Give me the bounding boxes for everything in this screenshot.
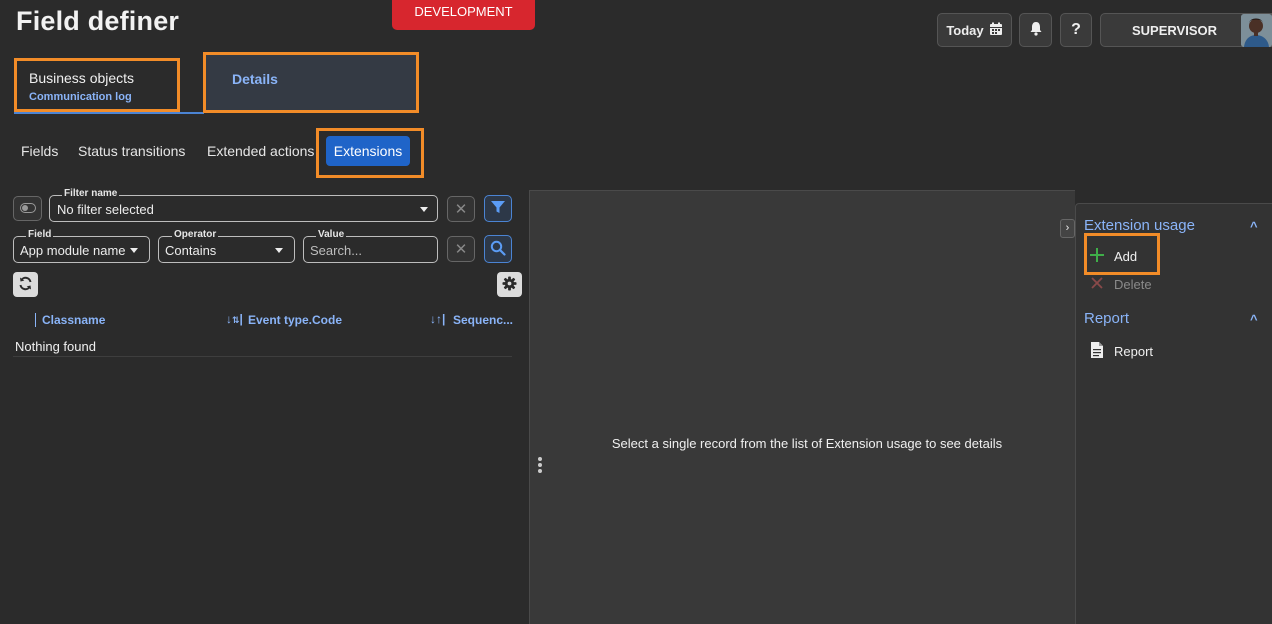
tab-business-objects-label: Business objects bbox=[29, 70, 135, 86]
subtab-fields[interactable]: Fields bbox=[21, 143, 58, 159]
user-name: SUPERVISOR bbox=[1132, 22, 1218, 38]
search-input[interactable] bbox=[310, 243, 430, 258]
avatar[interactable] bbox=[1241, 14, 1272, 47]
clear-value-button[interactable]: ✕ bbox=[447, 236, 475, 262]
subtab-extended-actions[interactable]: Extended actions bbox=[207, 143, 314, 159]
column-header-event-type[interactable]: Event type.Code bbox=[248, 313, 342, 327]
filter-toggle[interactable] bbox=[13, 196, 42, 221]
detail-placeholder: Select a single record from the list of … bbox=[611, 436, 1003, 451]
operator-select[interactable]: Operator Contains bbox=[158, 229, 295, 263]
gear-icon bbox=[502, 275, 517, 294]
detail-panel bbox=[529, 190, 1075, 624]
environment-badge: DEVELOPMENT bbox=[392, 0, 535, 30]
column-separator bbox=[35, 313, 36, 327]
chevron-down-icon bbox=[130, 248, 138, 253]
field-legend: Field bbox=[26, 229, 54, 241]
sort-desc-icon[interactable]: ↓⇅| bbox=[226, 312, 243, 326]
tab-business-objects[interactable]: Business objects Communication log bbox=[14, 58, 180, 112]
filter-name-legend: Filter name bbox=[62, 188, 120, 200]
chevron-up-icon[interactable]: ^ bbox=[1250, 312, 1258, 327]
search-icon bbox=[490, 240, 506, 259]
delete-action[interactable]: Delete bbox=[1090, 276, 1152, 293]
document-icon bbox=[1090, 342, 1104, 361]
sort-asc-icon[interactable]: ↓↑| bbox=[430, 312, 445, 326]
refresh-button[interactable] bbox=[13, 272, 38, 297]
add-action[interactable]: Add bbox=[1090, 248, 1137, 265]
delete-label: Delete bbox=[1114, 277, 1152, 292]
search-button[interactable] bbox=[484, 235, 512, 263]
plus-icon bbox=[1090, 248, 1104, 265]
collapse-panel-button[interactable]: › bbox=[1060, 219, 1075, 238]
active-tab-indicator bbox=[14, 112, 204, 114]
page-title: Field definer bbox=[16, 6, 180, 36]
operator-value: Contains bbox=[165, 243, 217, 258]
tab-business-objects-sublabel: Communication log bbox=[29, 91, 132, 103]
empty-grid-message: Nothing found bbox=[15, 339, 96, 354]
today-label: Today bbox=[946, 22, 984, 38]
grid-divider bbox=[13, 356, 512, 357]
toggle-icon bbox=[19, 201, 36, 216]
splitter-handle[interactable] bbox=[538, 457, 542, 475]
close-icon bbox=[1090, 276, 1104, 293]
report-action[interactable]: Report bbox=[1090, 342, 1153, 361]
refresh-icon bbox=[18, 276, 33, 294]
operator-legend: Operator bbox=[172, 229, 219, 241]
subtab-status-transitions[interactable]: Status transitions bbox=[78, 143, 185, 159]
column-header-sequence[interactable]: Sequenc... bbox=[453, 313, 513, 327]
help-icon: ? bbox=[1071, 21, 1081, 38]
chevron-up-icon[interactable]: ^ bbox=[1250, 219, 1258, 234]
subtab-extensions[interactable]: Extensions bbox=[326, 136, 410, 166]
tab-details[interactable]: Details bbox=[203, 52, 419, 113]
report-label: Report bbox=[1114, 344, 1154, 359]
add-label: Add bbox=[1114, 249, 1138, 264]
filter-name-select[interactable]: Filter name No filter selected bbox=[49, 188, 438, 222]
section-extension-usage[interactable]: Extension usage bbox=[1084, 217, 1195, 234]
chevron-down-icon bbox=[420, 207, 428, 212]
section-report[interactable]: Report bbox=[1084, 310, 1129, 327]
help-button[interactable]: ? bbox=[1060, 13, 1092, 47]
close-icon: ✕ bbox=[454, 201, 468, 218]
funnel-icon bbox=[490, 199, 506, 218]
today-button[interactable]: Today bbox=[937, 13, 1012, 47]
column-header-classname[interactable]: Classname bbox=[42, 313, 105, 327]
clear-filter-button[interactable]: ✕ bbox=[447, 196, 475, 222]
calendar-icon bbox=[989, 22, 1003, 39]
bell-icon bbox=[1029, 21, 1043, 39]
value-field[interactable]: Value bbox=[303, 229, 438, 263]
tab-details-label: Details bbox=[232, 71, 278, 87]
chevron-down-icon bbox=[275, 248, 283, 253]
close-icon: ✕ bbox=[454, 241, 468, 258]
grid-settings-button[interactable] bbox=[497, 272, 522, 297]
value-legend: Value bbox=[316, 229, 347, 241]
field-value: App module name bbox=[20, 243, 126, 258]
filter-name-value: No filter selected bbox=[57, 202, 154, 217]
notifications-button[interactable] bbox=[1019, 13, 1052, 47]
chevron-right-icon: › bbox=[1065, 222, 1070, 234]
apply-filter-button[interactable] bbox=[484, 195, 512, 222]
field-select[interactable]: Field App module name bbox=[13, 229, 150, 263]
